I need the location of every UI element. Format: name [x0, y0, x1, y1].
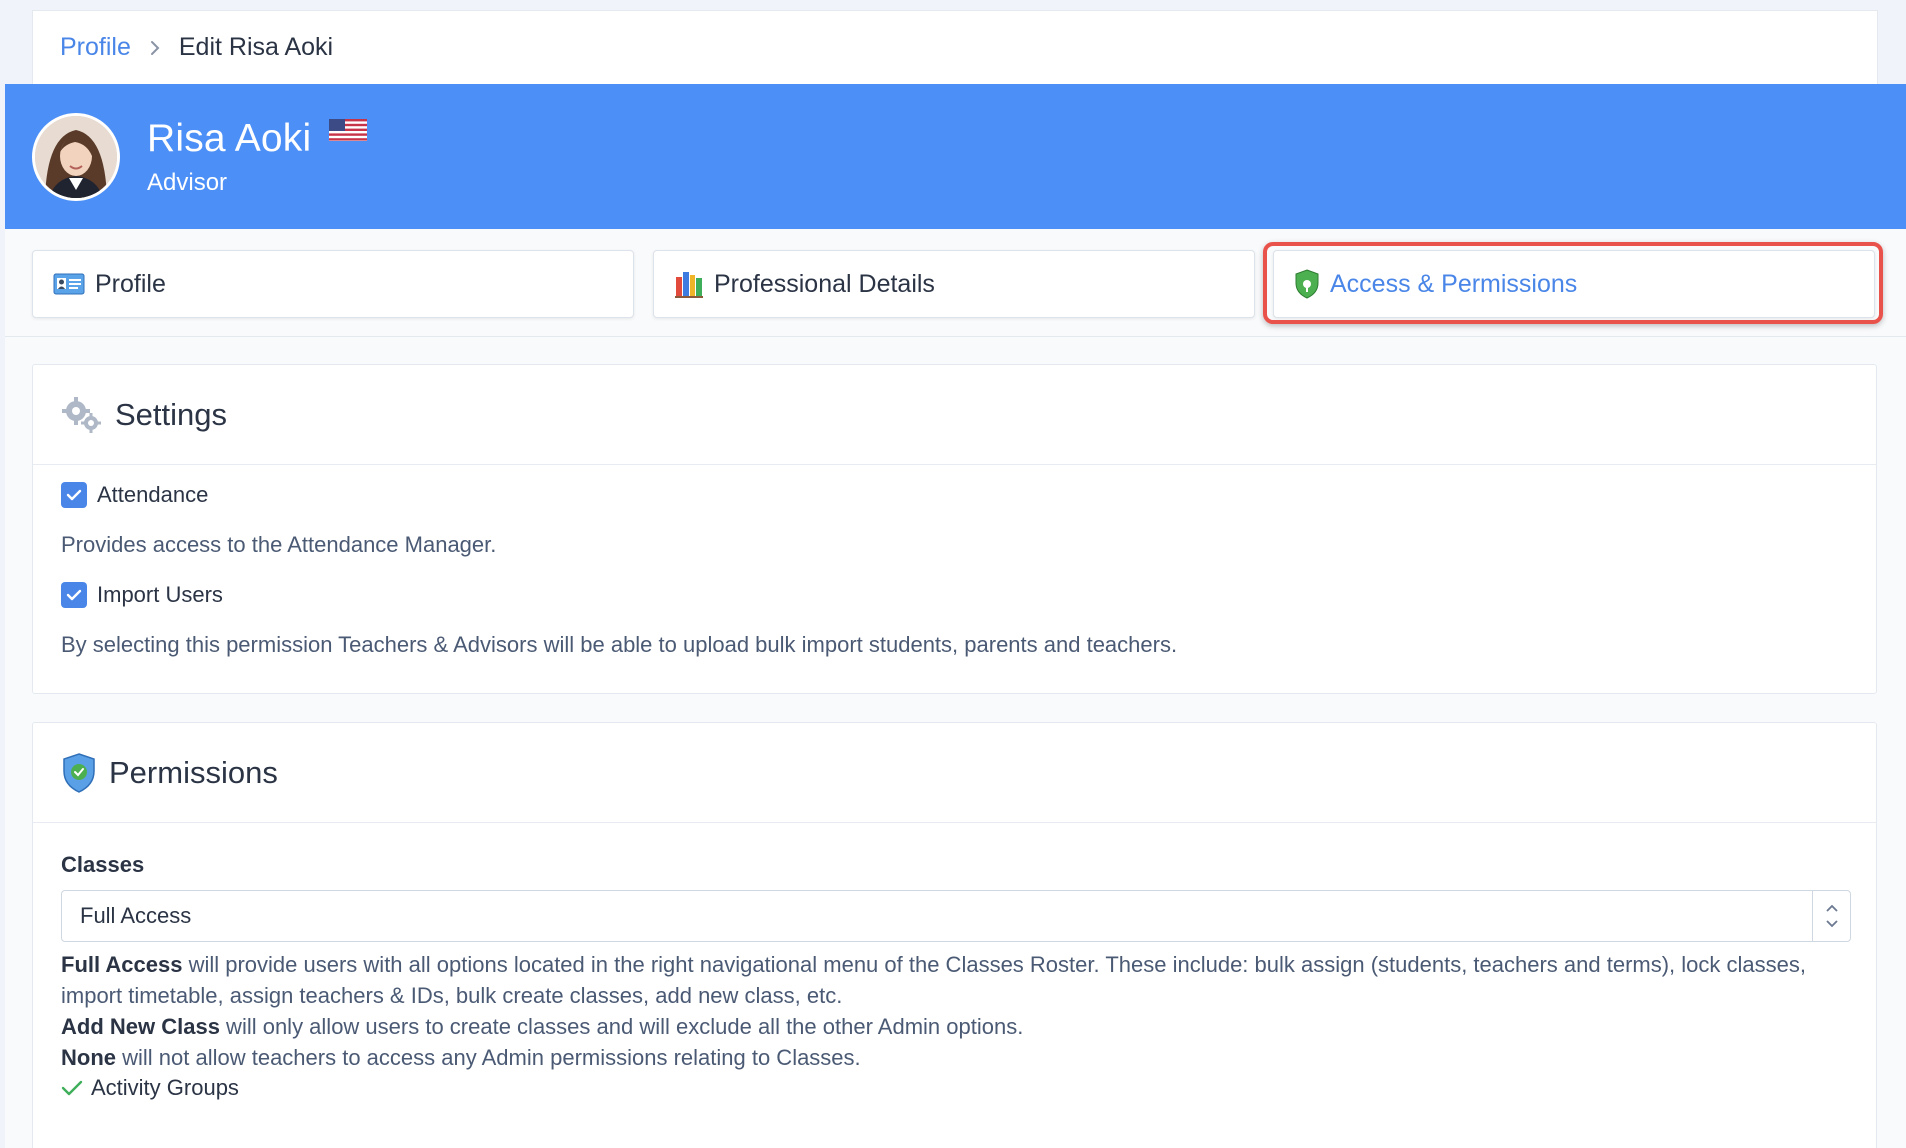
permissions-panel: Permissions Classes Full Access Full Acc…: [32, 722, 1877, 1148]
breadcrumb-profile-link[interactable]: Profile: [60, 33, 131, 62]
checkmark-icon: [61, 1080, 83, 1096]
full-access-info: Full Access will provide users with all …: [61, 952, 1806, 1008]
chevron-right-icon: [149, 39, 161, 57]
import-users-description: By selecting this permission Teachers & …: [61, 632, 1178, 657]
settings-header: Settings: [33, 365, 1876, 465]
tab-profile-label: Profile: [95, 269, 166, 298]
select-arrows-icon[interactable]: [1812, 891, 1850, 941]
permissions-header: Permissions: [33, 723, 1876, 823]
tab-access-permissions-label: Access & Permissions: [1330, 269, 1578, 298]
attendance-checkbox[interactable]: [61, 482, 87, 508]
add-new-class-info: Add New Class will only allow users to c…: [61, 1014, 1024, 1039]
permissions-title: Permissions: [109, 754, 278, 790]
tab-access-permissions[interactable]: Access & Permissions: [1273, 250, 1875, 318]
header-text: Risa Aoki Advisor: [147, 116, 368, 197]
shield-check-icon: [61, 752, 97, 794]
settings-title: Settings: [115, 396, 228, 432]
books-icon: [674, 269, 704, 299]
classes-select[interactable]: Full Access: [61, 890, 1851, 942]
tab-professional-details-label: Professional Details: [714, 269, 935, 298]
import-users-label: Import Users: [97, 582, 223, 607]
activity-groups-item[interactable]: Activity Groups: [61, 1075, 239, 1101]
gear-icon: [61, 395, 103, 435]
edit-profile-page: Profile Edit Risa Aoki Risa Aoki Advisor…: [0, 0, 1906, 1148]
none-info: None will not allow teachers to access a…: [61, 1045, 861, 1070]
avatar: [32, 112, 120, 201]
header-name-row: Risa Aoki: [147, 116, 368, 161]
classes-label: Classes: [61, 852, 145, 877]
classes-info: Full Access will provide users with all …: [61, 949, 1851, 1073]
attendance-description: Provides access to the Attendance Manage…: [61, 532, 497, 557]
id-card-icon: [53, 272, 85, 296]
attendance-label: Attendance: [97, 482, 209, 507]
tab-professional-details[interactable]: Professional Details: [653, 250, 1255, 318]
profile-name: Risa Aoki: [147, 116, 312, 160]
classes-select-value: Full Access: [80, 903, 192, 928]
shield-icon: [1294, 269, 1320, 299]
profile-header: Risa Aoki Advisor: [5, 84, 1906, 229]
import-users-checkbox-row[interactable]: Import Users: [61, 582, 223, 608]
activity-groups-label: Activity Groups: [91, 1075, 239, 1100]
content-area: Profile Professional Details Access & Pe…: [5, 229, 1906, 1148]
import-users-checkbox[interactable]: [61, 582, 87, 608]
profile-role: Advisor: [147, 168, 228, 196]
tabs-row: Profile Professional Details Access & Pe…: [5, 229, 1906, 337]
tab-profile[interactable]: Profile: [32, 250, 634, 318]
breadcrumb-current: Edit Risa Aoki: [178, 33, 334, 61]
breadcrumb: Profile Edit Risa Aoki: [32, 10, 1878, 84]
settings-panel: Settings Attendance Provides access to t…: [32, 364, 1877, 694]
us-flag-icon: [329, 118, 368, 146]
attendance-checkbox-row[interactable]: Attendance: [61, 482, 208, 508]
